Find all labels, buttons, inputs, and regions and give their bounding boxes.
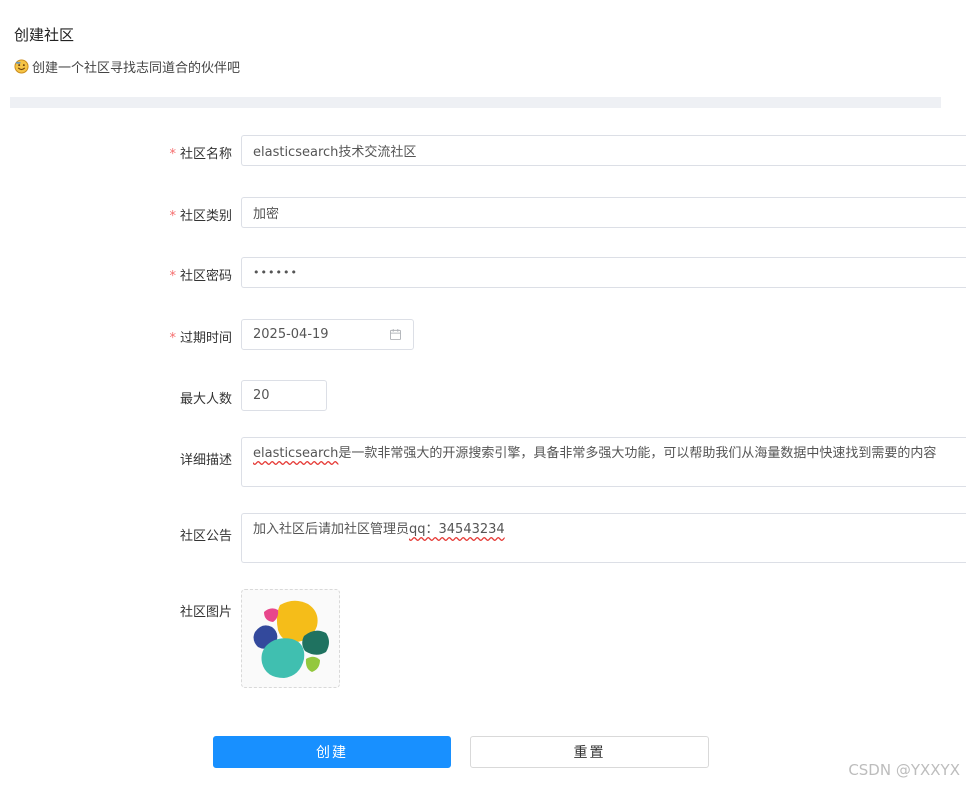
- expire-date-value: 2025-04-19: [253, 327, 329, 342]
- community-password-input[interactable]: ••••••: [241, 257, 966, 288]
- image-label: 社区图片: [179, 605, 232, 620]
- create-button[interactable]: 创建: [213, 736, 451, 768]
- max-members-label: 最大人数: [179, 392, 232, 407]
- expire-label: * 过期时间: [169, 327, 232, 346]
- watermark: CSDN @YXXYX: [848, 761, 960, 779]
- header-divider-band: [10, 97, 941, 108]
- form-row-password: * 社区密码 ••••••: [0, 257, 966, 288]
- description-textarea[interactable]: elasticsearch 是一款非常强大的开源搜索引擎，具备非常多强大功能，可以…: [241, 437, 966, 487]
- announcement-textarea[interactable]: 加入社区后请加社区管理员 qq：34543234: [241, 513, 966, 563]
- form-row-max-members: 最大人数 20: [0, 380, 966, 411]
- expire-label-text: 过期时间: [179, 331, 232, 346]
- announcement-label: 社区公告: [179, 529, 232, 544]
- password-label-text: 社区密码: [179, 269, 232, 284]
- announcement-text: 加入社区后请加社区管理员: [253, 522, 410, 537]
- description-keyword: elasticsearch: [253, 446, 339, 461]
- form-row-image: 社区图片: [0, 589, 966, 689]
- smiley-icon: [14, 59, 29, 74]
- form-row-name: * 社区名称 elasticsearch技术交流社区: [0, 135, 966, 166]
- page-subtitle-text: 创建一个社区寻找志同道合的伙伴吧: [32, 61, 241, 76]
- required-mark: *: [169, 331, 176, 346]
- announcement-qq: qq：34543234: [409, 522, 505, 537]
- form-row-announcement: 社区公告 加入社区后请加社区管理员 qq：34543234: [0, 513, 966, 563]
- expire-date-picker[interactable]: 2025-04-19: [241, 319, 414, 350]
- image-upload[interactable]: [241, 589, 340, 688]
- required-mark: *: [169, 269, 176, 284]
- description-label: 详细描述: [179, 453, 232, 468]
- page-title: 创建社区: [14, 26, 75, 44]
- reset-button[interactable]: 重置: [470, 736, 709, 768]
- elastic-logo-icon: [253, 600, 329, 678]
- form-row-description: 详细描述 elasticsearch 是一款非常强大的开源搜索引擎，具备非常多强大…: [0, 437, 966, 487]
- required-mark: *: [169, 209, 176, 224]
- calendar-icon: [390, 329, 401, 340]
- description-text: 是一款非常强大的开源搜索引擎，具备非常多强大功能，可以帮助我们从海量数据中快速找…: [338, 446, 937, 461]
- category-label-text: 社区类别: [179, 209, 232, 224]
- max-members-input[interactable]: 20: [241, 380, 327, 411]
- password-label: * 社区密码: [169, 265, 232, 284]
- page-subtitle: 创建一个社区寻找志同道合的伙伴吧: [14, 57, 240, 76]
- category-label: * 社区类别: [169, 205, 232, 224]
- form-row-category: * 社区类别 加密: [0, 197, 966, 228]
- required-mark: *: [169, 147, 176, 162]
- name-label-text: 社区名称: [179, 147, 232, 162]
- form-row-expire: * 过期时间 2025-04-19: [0, 319, 966, 350]
- community-category-select[interactable]: 加密: [241, 197, 966, 228]
- community-name-input[interactable]: elasticsearch技术交流社区: [241, 135, 966, 166]
- name-label: * 社区名称: [169, 143, 232, 162]
